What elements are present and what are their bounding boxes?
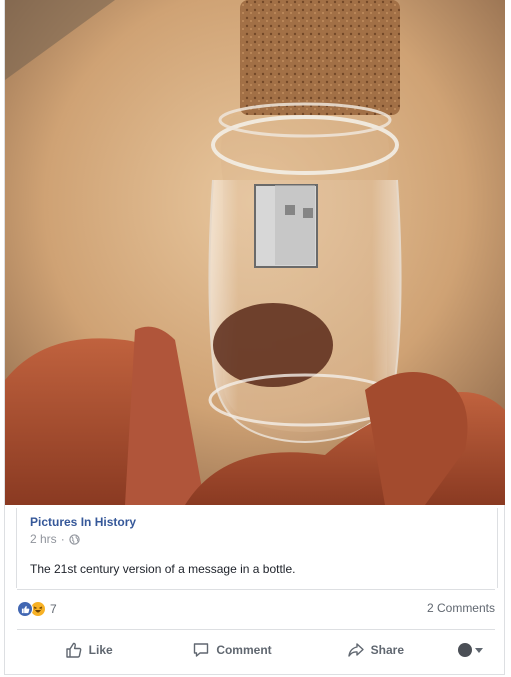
share-button[interactable]: Share bbox=[304, 634, 447, 666]
audience-selector[interactable] bbox=[447, 643, 495, 657]
page-name-link[interactable]: Pictures In History bbox=[30, 515, 136, 529]
action-bar: Like Comment Share bbox=[17, 634, 495, 666]
post-photo[interactable] bbox=[5, 0, 505, 505]
post-meta: 2 hrs · bbox=[30, 532, 80, 546]
like-label: Like bbox=[88, 643, 113, 657]
like-reaction-icon[interactable] bbox=[17, 601, 33, 617]
post-caption: The 21st century version of a message in… bbox=[30, 562, 296, 576]
comment-button[interactable]: Comment bbox=[160, 634, 303, 666]
thumbs-up-icon bbox=[65, 642, 82, 658]
like-button[interactable]: Like bbox=[17, 634, 160, 666]
chevron-down-icon bbox=[475, 647, 484, 653]
comment-bubble-icon bbox=[194, 643, 209, 657]
reactions-bar: 7 2 Comments bbox=[17, 597, 495, 621]
comments-count-link[interactable]: 2 Comments bbox=[427, 601, 495, 615]
post-header: Pictures In History 2 hrs · The 21st cen… bbox=[16, 508, 498, 588]
share-label: Share bbox=[370, 643, 404, 657]
share-arrow-icon bbox=[347, 643, 364, 657]
divider bbox=[17, 589, 495, 590]
post-timestamp[interactable]: 2 hrs bbox=[30, 532, 57, 546]
usb-in-bottle-image bbox=[5, 0, 505, 505]
avatar-icon bbox=[458, 643, 473, 657]
meta-separator: · bbox=[60, 532, 65, 546]
divider bbox=[17, 629, 495, 630]
reaction-count[interactable]: 7 bbox=[50, 602, 57, 616]
comment-label: Comment bbox=[216, 643, 272, 657]
globe-icon[interactable] bbox=[69, 533, 80, 545]
post-card: Pictures In History 2 hrs · The 21st cen… bbox=[4, 0, 505, 675]
